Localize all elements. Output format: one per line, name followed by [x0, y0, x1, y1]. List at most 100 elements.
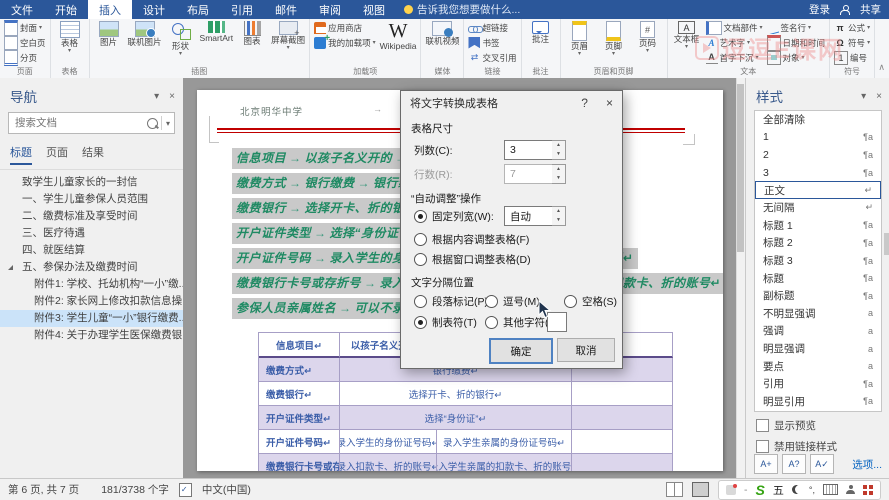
button-我的加载项[interactable]: 我的加载项▾ — [312, 33, 378, 50]
style-item-明显引用[interactable]: 明显引用 ¶a — [755, 393, 881, 411]
nav-heading-item[interactable]: 三、医疗待遇 — [0, 225, 183, 242]
page-indicator[interactable]: 第 6 页, 共 7 页 — [8, 482, 79, 497]
button-对象[interactable]: 对象 ▾ — [765, 50, 828, 65]
document-search-box[interactable]: ▾ — [8, 112, 175, 134]
columns-spinner[interactable]: ▲ ▼ — [552, 140, 566, 160]
button-交叉引用[interactable]: ⇄ 交叉引用 — [466, 50, 518, 65]
button-SmartArt[interactable]: SmartArt — [198, 20, 236, 66]
button-封面[interactable]: 封面 ▾ — [2, 19, 48, 36]
button-页脚[interactable]: 页脚 ▾ — [597, 20, 631, 66]
search-dropdown-icon[interactable]: ▾ — [162, 119, 174, 128]
tab-审阅[interactable]: 审阅 — [308, 0, 352, 19]
punctuation-icon[interactable]: °, — [809, 485, 815, 495]
sogou-skin-icon[interactable] — [726, 483, 738, 495]
new-style-button[interactable]: A+ — [754, 454, 778, 474]
expand-triangle-icon[interactable] — [8, 265, 13, 270]
nav-heading-item[interactable]: 二、缴费标准及享受时间 — [0, 208, 183, 225]
tab-布局[interactable]: 布局 — [176, 0, 220, 19]
show-preview-row[interactable]: 显示预览 — [756, 418, 880, 433]
tab-设计[interactable]: 设计 — [132, 0, 176, 19]
button-页眉[interactable]: 页眉 ▾ — [563, 20, 597, 66]
button-联机图片[interactable]: 联机图片 — [126, 20, 164, 66]
nav-heading-item[interactable]: 附件3: 学生儿童“一小”银行缴费... — [0, 310, 183, 327]
search-input[interactable] — [9, 117, 144, 129]
dialog-titlebar[interactable]: 将文字转换成表格 ? × — [401, 91, 622, 115]
nav-heading-item[interactable]: 一、学生儿童参保人员范围 — [0, 191, 183, 208]
styles-options-link[interactable]: 选项... — [852, 457, 882, 472]
collapse-ribbon-icon[interactable]: ∧ — [878, 62, 885, 73]
ok-button[interactable]: 确定 — [489, 338, 553, 364]
nav-heading-item[interactable]: 附件2: 家长网上修改扣款信息操... — [0, 293, 183, 310]
button-公式[interactable]: π 公式 ▾ — [832, 20, 872, 35]
columns-input[interactable]: 3 — [504, 140, 558, 160]
rows-input[interactable]: 7 — [504, 164, 558, 184]
soft-keyboard-icon[interactable] — [823, 484, 838, 495]
navigation-close-icon[interactable]: × — [169, 91, 175, 102]
nav-tab-结果[interactable]: 结果 — [82, 144, 104, 165]
button-屏幕截图[interactable]: 屏幕截图 ▾ — [269, 20, 307, 66]
navigation-dropdown-icon[interactable]: ▾ — [154, 91, 159, 102]
nav-heading-item[interactable]: 附件4: 关于办理学生医保缴费银... — [0, 327, 183, 344]
button-形状[interactable]: 形状 ▾ — [164, 20, 198, 66]
sogou-toolbox-icon[interactable] — [863, 484, 873, 495]
language-indicator[interactable]: 中文(中国) — [202, 482, 251, 497]
document-scrollbar-thumb[interactable] — [737, 84, 744, 252]
tab-视图[interactable]: 视图 — [352, 0, 396, 19]
button-首字下沉[interactable]: A 首字下沉 ▾ — [704, 50, 765, 65]
read-mode-icon[interactable] — [666, 482, 684, 497]
style-item-无间隔[interactable]: 无间隔 ↵ — [755, 199, 881, 217]
night-mode-icon[interactable] — [792, 485, 801, 494]
manage-styles-button[interactable]: A✓ — [810, 454, 834, 474]
fixed-width-value[interactable]: 自动 — [504, 206, 558, 226]
commas-radio[interactable]: 逗号(M) — [485, 294, 540, 309]
button-应用商店[interactable]: 应用商店 — [312, 20, 378, 35]
button-空白页[interactable]: 空白页 — [2, 35, 48, 50]
button-日期和时间[interactable]: 日期和时间 — [765, 34, 828, 51]
show-preview-checkbox[interactable] — [756, 419, 769, 432]
nav-heading-item[interactable]: 附件1: 学校、托幼机构“一小”缴... — [0, 276, 183, 293]
style-item-正文[interactable]: 正文 ↵ — [755, 181, 881, 199]
button-艺术字[interactable]: A 艺术字 ▾ — [704, 35, 765, 50]
autofit-window-radio[interactable]: 根据窗口调整表格(D) — [414, 252, 531, 267]
button-文档部件[interactable]: 文档部件 ▾ — [704, 20, 765, 35]
share-button[interactable]: 共享 — [860, 2, 881, 17]
search-icon[interactable] — [146, 117, 158, 129]
button-签名行[interactable]: 签名行 ▾ — [765, 20, 828, 35]
nav-tab-标题[interactable]: 标题 — [10, 144, 32, 165]
style-item-标题 2[interactable]: 标题 2 ¶a — [755, 234, 881, 252]
tell-me-box[interactable]: 告诉我您想要做什么... — [396, 0, 528, 19]
style-item-明显强调[interactable]: 明显强调 a — [755, 340, 881, 358]
styles-scrollbar-thumb[interactable] — [884, 233, 889, 255]
button-文本框[interactable]: A 文本框 ▾ — [670, 20, 704, 66]
nav-heading-item[interactable]: 致学生儿童家长的一封信 — [0, 174, 183, 191]
tab-插入[interactable]: 插入 — [88, 0, 132, 19]
button-批注[interactable]: 批注 — [524, 20, 558, 66]
nav-heading-item[interactable]: 四、就医结算 — [0, 242, 183, 259]
nav-heading-item[interactable]: 五、参保办法及缴费时间 — [0, 259, 183, 276]
tab-邮件[interactable]: 邮件 — [264, 0, 308, 19]
button-表格[interactable]: 表格 ▾ — [53, 20, 87, 66]
spaces-radio[interactable]: 空格(S) — [564, 294, 617, 309]
tab-引用[interactable]: 引用 — [220, 0, 264, 19]
style-inspector-button[interactable]: A? — [782, 454, 806, 474]
tab-开始[interactable]: 开始 — [44, 0, 88, 19]
button-Wikipedia[interactable]: W Wikipedia — [378, 20, 419, 66]
button-分页[interactable]: 分页 — [2, 49, 48, 66]
style-item-不明显强调[interactable]: 不明显强调 a — [755, 305, 881, 323]
rows-spinner[interactable]: ▲ ▼ — [552, 164, 566, 184]
button-书签[interactable]: 书签 — [466, 35, 518, 50]
button-超链接[interactable]: 超链接 — [466, 20, 518, 35]
fixed-width-spinner[interactable]: ▲ ▼ — [552, 206, 566, 226]
word-count[interactable]: 181/3738 个字 — [101, 482, 169, 497]
button-符号[interactable]: Ω 符号 ▾ — [832, 35, 872, 50]
style-item-标题 1[interactable]: 标题 1 ¶a — [755, 217, 881, 235]
styles-close-icon[interactable]: × — [876, 91, 882, 102]
dialog-help-icon[interactable]: ? — [581, 96, 588, 110]
style-item-2[interactable]: 2 ¶a — [755, 146, 881, 164]
button-编号[interactable]: 1 编号 — [832, 50, 872, 65]
sogou-minimize-icon[interactable]: - — [744, 484, 748, 496]
style-item-标题[interactable]: 标题 ¶a — [755, 269, 881, 287]
style-item-3[interactable]: 3 ¶a — [755, 164, 881, 182]
sogou-mode-indicator[interactable]: 五 — [773, 482, 784, 498]
cancel-button[interactable]: 取消 — [557, 338, 615, 362]
